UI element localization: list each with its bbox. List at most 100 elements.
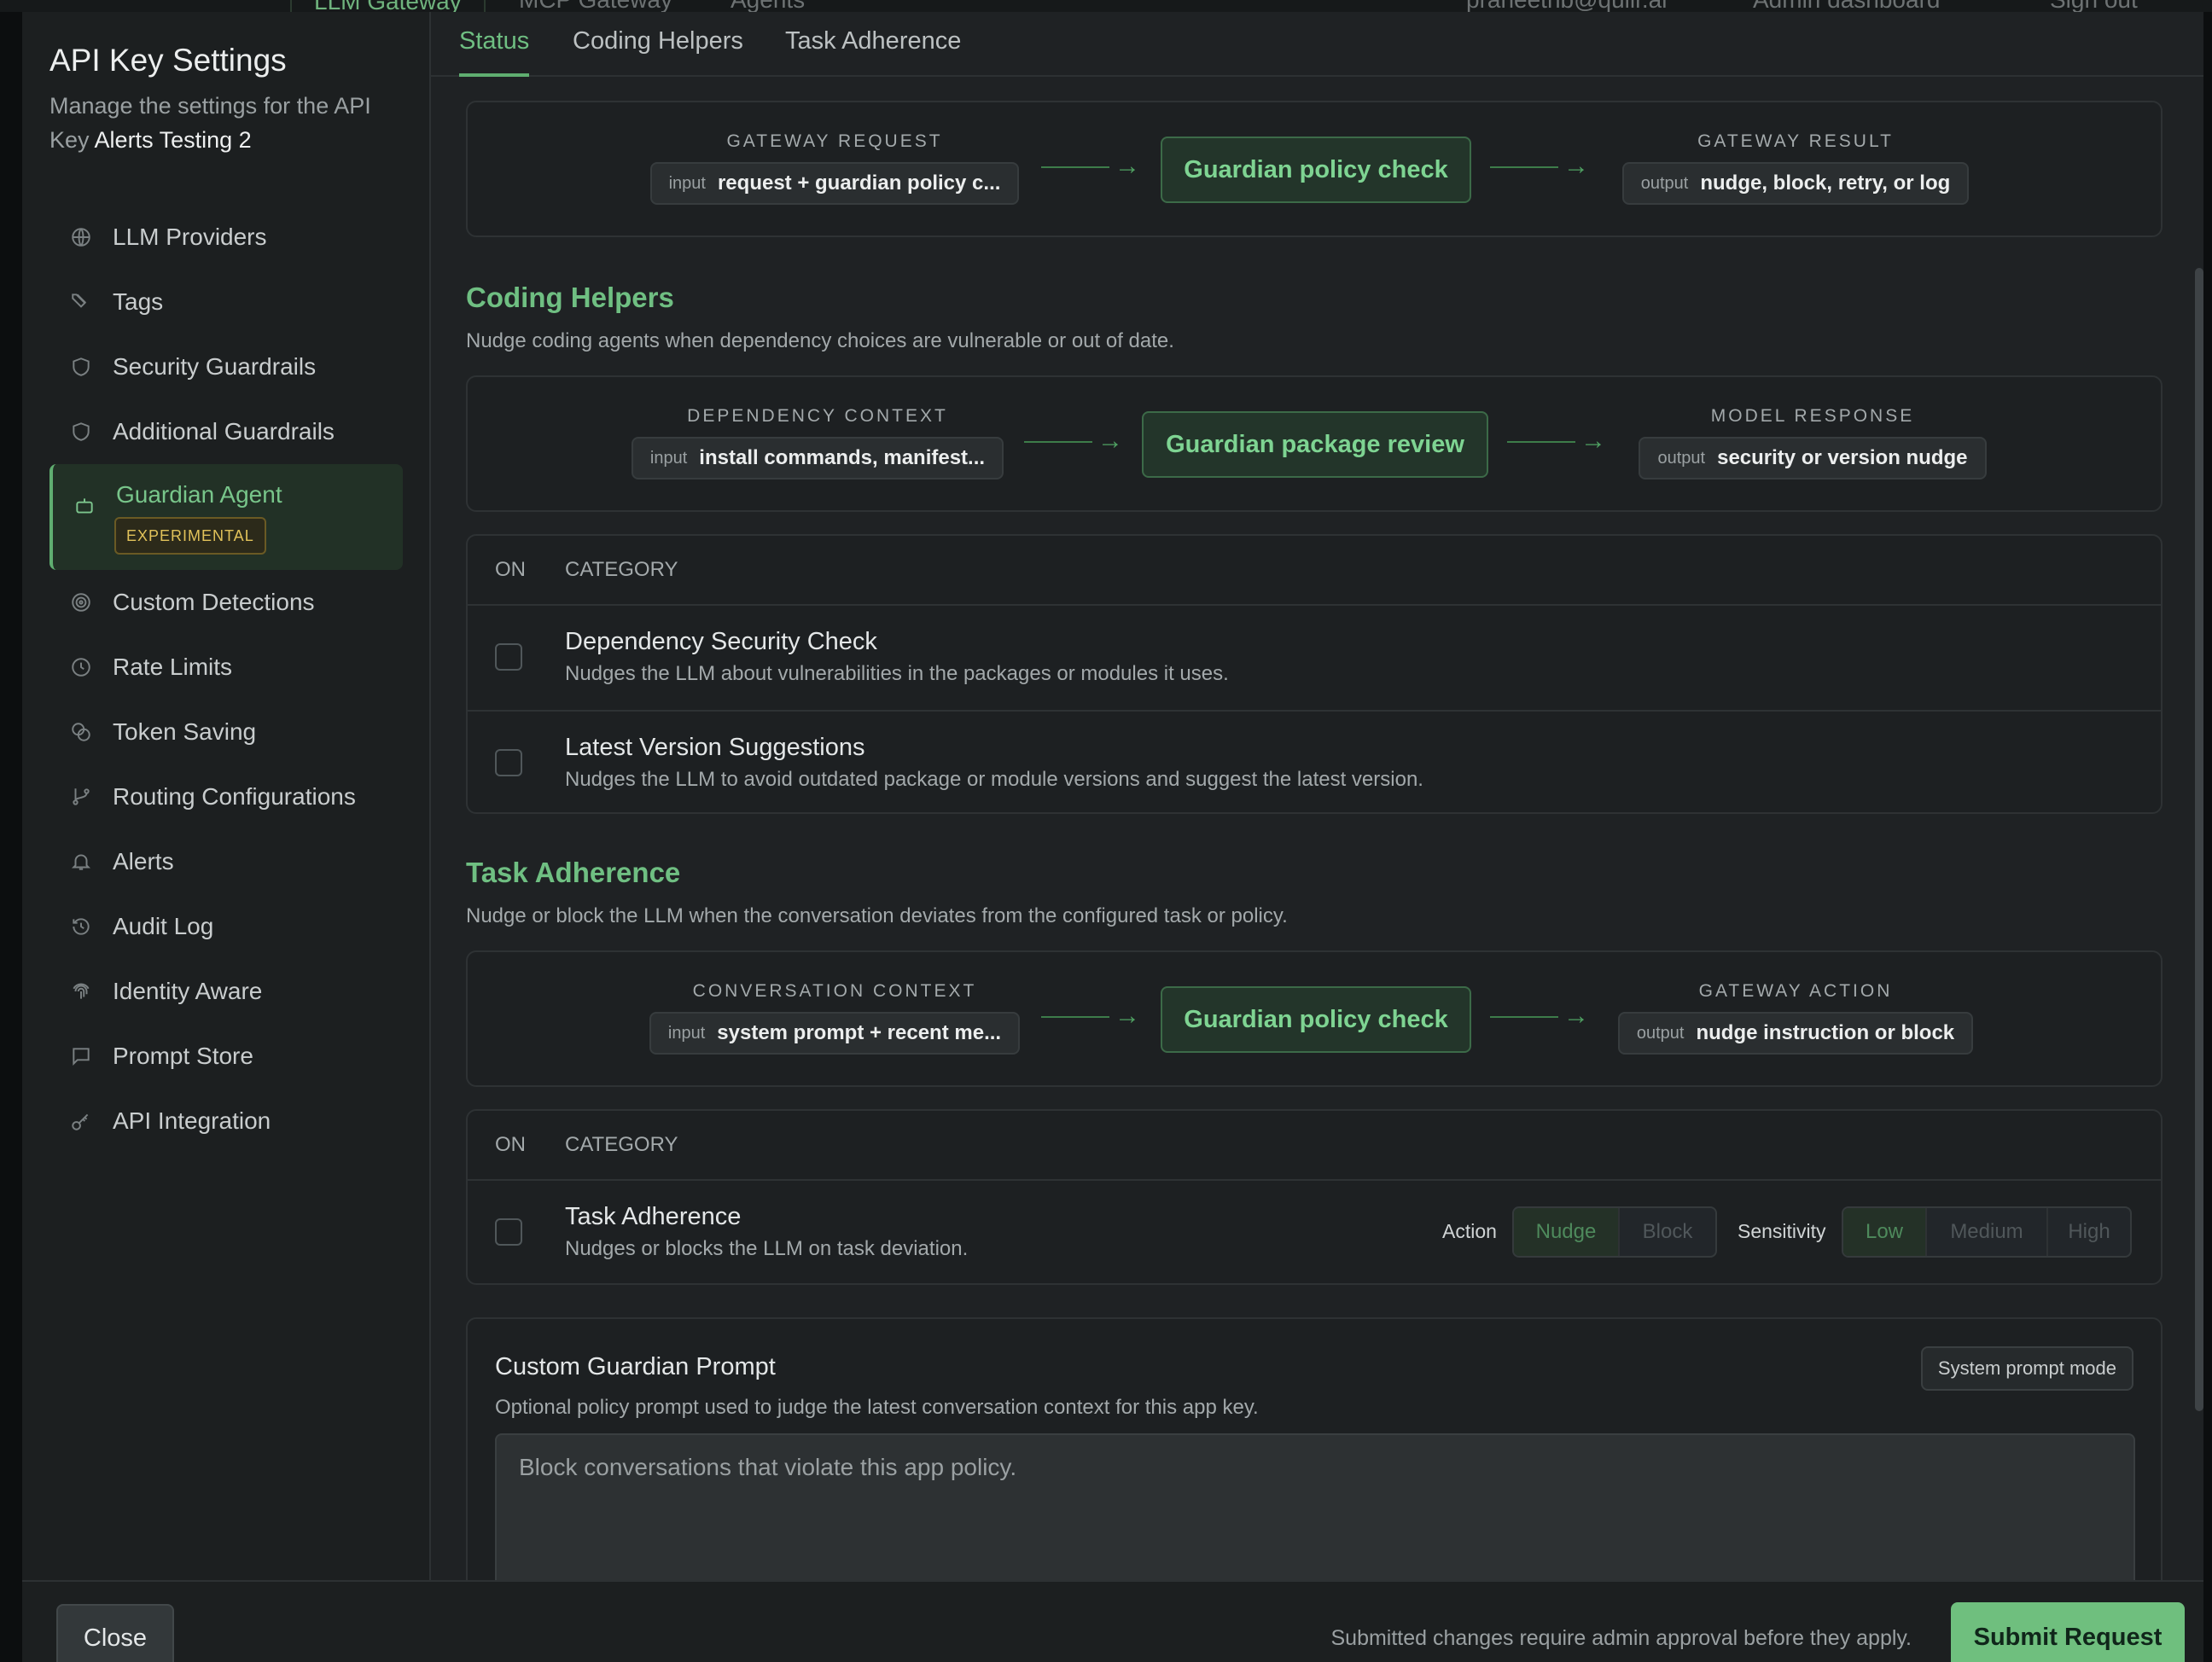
table-row: Task Adherence Nudges or blocks the LLM … — [468, 1181, 2161, 1285]
sidebar-item-rate-limits[interactable]: Rate Limits — [49, 635, 403, 700]
guardian-policy-check-box: Guardian policy check — [1161, 986, 1471, 1053]
latest-version-suggestions-checkbox[interactable] — [495, 749, 522, 776]
sidebar-item-prompt-store[interactable]: Prompt Store — [49, 1024, 403, 1089]
action-block-option[interactable]: Block — [1618, 1208, 1715, 1256]
sidebar-item-label: Guardian Agent — [116, 481, 282, 508]
flow-input-chip: input system prompt + recent me... — [649, 1012, 1021, 1055]
backdrop-sign-out: Sign out — [2050, 0, 2138, 12]
dependency-security-check-checkbox[interactable] — [495, 643, 522, 671]
backdrop-right — [2203, 12, 2212, 1662]
guardian-policy-check-box: Guardian policy check — [1161, 137, 1471, 203]
settings-nav: LLM Providers Tags Security Guardrails A… — [49, 205, 403, 1154]
sidebar-item-label: Audit Log — [113, 913, 214, 939]
chip-value: security or version nudge — [1717, 446, 1968, 469]
target-icon — [68, 590, 94, 615]
backdrop-admin-dashboard: Admin dashboard — [1753, 0, 1940, 12]
bell-icon — [68, 849, 94, 875]
sidebar-item-guardian-agent[interactable]: Guardian Agent EXPERIMENTAL — [49, 464, 403, 570]
sidebar-item-label: Alerts — [113, 848, 174, 875]
bot-icon — [72, 493, 97, 519]
arrow-right-icon: → — [1024, 427, 1123, 456]
system-prompt-mode-button[interactable]: System prompt mode — [1920, 1346, 2133, 1391]
sensitivity-medium-option[interactable]: Medium — [1925, 1208, 2046, 1256]
flow-output-chip: output nudge, block, retry, or log — [1621, 162, 1970, 205]
sensitivity-label: Sensitivity — [1738, 1220, 1826, 1242]
chip-value: request + guardian policy c... — [717, 171, 1001, 195]
flow-input-label: GATEWAY REQUEST — [726, 131, 943, 151]
sidebar-item-api-integration[interactable]: API Integration — [49, 1089, 403, 1154]
chip-key: output — [1640, 173, 1689, 193]
flow-output-label: GATEWAY RESULT — [1697, 131, 1894, 151]
row-title: Latest Version Suggestions — [565, 734, 865, 761]
col-category: CATEGORY — [565, 558, 678, 581]
coins-icon — [68, 719, 94, 745]
sidebar-item-alerts[interactable]: Alerts — [49, 829, 403, 894]
sidebar-item-label: Custom Detections — [113, 589, 315, 615]
shield-icon — [68, 354, 94, 380]
sidebar-item-audit-log[interactable]: Audit Log — [49, 894, 403, 959]
arrow-right-icon: → — [1041, 1002, 1140, 1031]
backdrop-tab-llm-gateway: LLM Gateway — [290, 0, 486, 12]
sidebar-item-additional-guardrails[interactable]: Additional Guardrails — [49, 399, 403, 464]
clock-icon — [68, 654, 94, 680]
flow-input-label: DEPENDENCY CONTEXT — [687, 406, 948, 426]
backdrop-left — [0, 12, 22, 1662]
key-icon — [68, 1108, 94, 1134]
row-title: Dependency Security Check — [565, 628, 877, 655]
history-icon — [68, 914, 94, 939]
row-desc: Nudges the LLM to avoid outdated package… — [565, 768, 1423, 791]
sidebar-item-tags[interactable]: Tags — [49, 270, 403, 334]
chip-key: input — [667, 1023, 706, 1043]
sidebar-item-llm-providers[interactable]: LLM Providers — [49, 205, 403, 270]
table-row: Dependency Security Check Nudges the LLM… — [468, 606, 2161, 710]
settings-sidebar: API Key Settings Manage the settings for… — [22, 12, 431, 1580]
sidebar-item-label: Tags — [113, 288, 164, 315]
task-adherence-desc: Nudge or block the LLM when the conversa… — [466, 904, 1288, 927]
sidebar-item-label: Security Guardrails — [113, 353, 317, 380]
coding-helpers-desc: Nudge coding agents when dependency choi… — [466, 329, 1174, 352]
backdrop-app-header: LLM Gateway MCP Gateway Agents praneethb… — [0, 0, 2212, 12]
sidebar-item-label: Token Saving — [113, 718, 257, 745]
sensitivity-high-option[interactable]: High — [2046, 1208, 2130, 1256]
chip-value: install commands, manifest... — [699, 446, 986, 469]
submit-request-button[interactable]: Submit Request — [1951, 1602, 2185, 1662]
globe-icon — [68, 224, 94, 250]
backdrop-user-email: praneethb@quilr.ai — [1466, 0, 1667, 12]
modal-title: API Key Settings — [49, 43, 287, 78]
action-segmented-control: Nudge Block — [1512, 1206, 1717, 1258]
task-adherence-checkbox[interactable] — [495, 1218, 522, 1246]
approval-note: Submitted changes require admin approval… — [1330, 1626, 1912, 1650]
fingerprint-icon — [68, 979, 94, 1004]
flow-input-label: CONVERSATION CONTEXT — [692, 981, 977, 1001]
sidebar-item-custom-detections[interactable]: Custom Detections — [49, 570, 403, 635]
scrollbar[interactable] — [2195, 268, 2203, 1411]
flow-input-chip: input request + guardian policy c... — [649, 162, 1020, 205]
close-button[interactable]: Close — [56, 1604, 174, 1662]
sidebar-item-identity-aware[interactable]: Identity Aware — [49, 959, 403, 1024]
status-flow-card: GATEWAY REQUEST input request + guardian … — [466, 101, 2163, 237]
arrow-right-icon: → — [1490, 1002, 1589, 1031]
table-header: ON CATEGORY — [468, 536, 2161, 606]
chip-value: nudge, block, retry, or log — [1700, 171, 1951, 195]
chip-value: system prompt + recent me... — [717, 1021, 1002, 1044]
sidebar-item-security-guardrails[interactable]: Security Guardrails — [49, 334, 403, 399]
flow-output-chip: output security or version nudge — [1639, 437, 1987, 479]
coding-helpers-title: Coding Helpers — [466, 282, 674, 313]
git-branch-icon — [68, 784, 94, 810]
tab-task-adherence[interactable]: Task Adherence — [785, 27, 961, 55]
sidebar-item-token-saving[interactable]: Token Saving — [49, 700, 403, 764]
action-label: Action — [1442, 1220, 1497, 1242]
sensitivity-low-option[interactable]: Low — [1843, 1208, 1925, 1256]
modal-description: Manage the settings for the API Key Aler… — [49, 89, 408, 157]
col-category: CATEGORY — [565, 1133, 678, 1156]
flow-input: GATEWAY REQUEST input request + guardian … — [647, 131, 1022, 205]
tab-coding-helpers[interactable]: Coding Helpers — [573, 27, 743, 55]
flow-output-chip: output nudge instruction or block — [1617, 1012, 1974, 1055]
chip-key: output — [1657, 448, 1706, 468]
sidebar-item-routing-configurations[interactable]: Routing Configurations — [49, 764, 403, 829]
action-nudge-option[interactable]: Nudge — [1514, 1208, 1618, 1256]
shield-icon — [68, 419, 94, 445]
sidebar-item-label: Rate Limits — [113, 654, 233, 680]
tab-status[interactable]: Status — [459, 27, 530, 77]
sidebar-item-label: Prompt Store — [113, 1043, 253, 1069]
